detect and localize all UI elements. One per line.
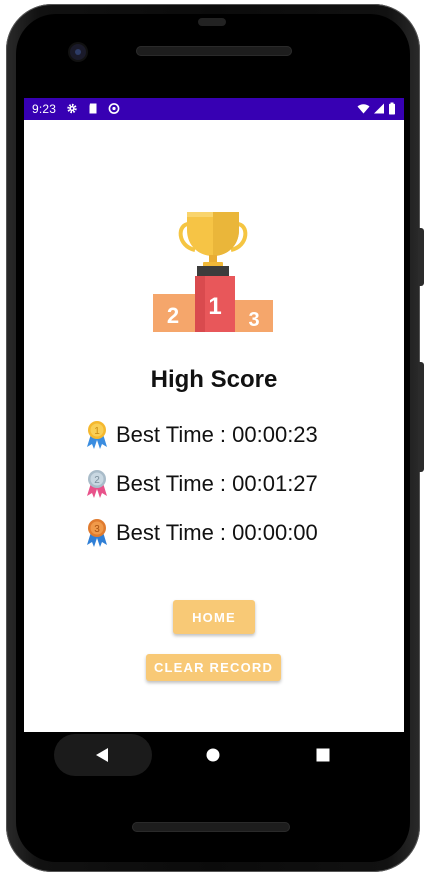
- app-screen: 9:23 2 1 3 High Score 1 Best Time: 00:0…: [24, 98, 404, 732]
- record-text-second: Best Time : 00:01:27: [116, 471, 318, 496]
- front-camera-icon: [70, 44, 86, 60]
- bronze-medal-icon: 3: [87, 519, 107, 547]
- podium-second-label: 2: [167, 303, 179, 328]
- power-button: [418, 362, 424, 472]
- podium-third-label: 3: [248, 309, 259, 331]
- record-row-third: 3 Best Time : 00:00:00: [84, 518, 318, 548]
- gold-medal-icon: 1: [87, 421, 107, 449]
- bronze-medal-rank: 3: [94, 524, 100, 535]
- home-button[interactable]: HOME: [173, 600, 255, 634]
- earpiece: [198, 18, 226, 26]
- wifi-icon: [357, 104, 370, 114]
- status-time: 9:23: [32, 102, 57, 116]
- volume-button: [418, 228, 424, 286]
- bottom-speaker: [132, 822, 290, 832]
- settings-icon: [67, 103, 77, 114]
- record-text-third: Best Time : 00:00:00: [116, 520, 318, 545]
- signal-icon: [374, 103, 384, 114]
- podium-first-label: 1: [208, 293, 221, 320]
- back-icon[interactable]: [95, 747, 109, 763]
- sd-card-icon: [89, 103, 97, 114]
- record-row-first: 1 Best Time : 00:00:23: [84, 420, 318, 450]
- record-row-second: 2 Best Time : 00:01:27: [84, 469, 318, 499]
- status-bar: 9:23: [24, 98, 404, 120]
- sync-icon: [108, 103, 120, 114]
- top-speaker: [136, 46, 292, 56]
- recents-icon[interactable]: [316, 748, 330, 762]
- trophy-podium-icon: 2 1 3: [153, 212, 273, 332]
- clear-record-button[interactable]: CLEAR RECORD: [146, 654, 281, 681]
- silver-medal-rank: 2: [94, 475, 100, 486]
- navigation-bar: [24, 732, 404, 778]
- gold-medal-rank: 1: [94, 426, 100, 437]
- home-circle-icon[interactable]: [206, 748, 220, 762]
- battery-icon: [389, 102, 395, 115]
- silver-medal-icon: 2: [87, 470, 107, 498]
- record-text-first: Best Time : 00:00:23: [116, 422, 318, 447]
- page-title: High Score: [150, 366, 278, 393]
